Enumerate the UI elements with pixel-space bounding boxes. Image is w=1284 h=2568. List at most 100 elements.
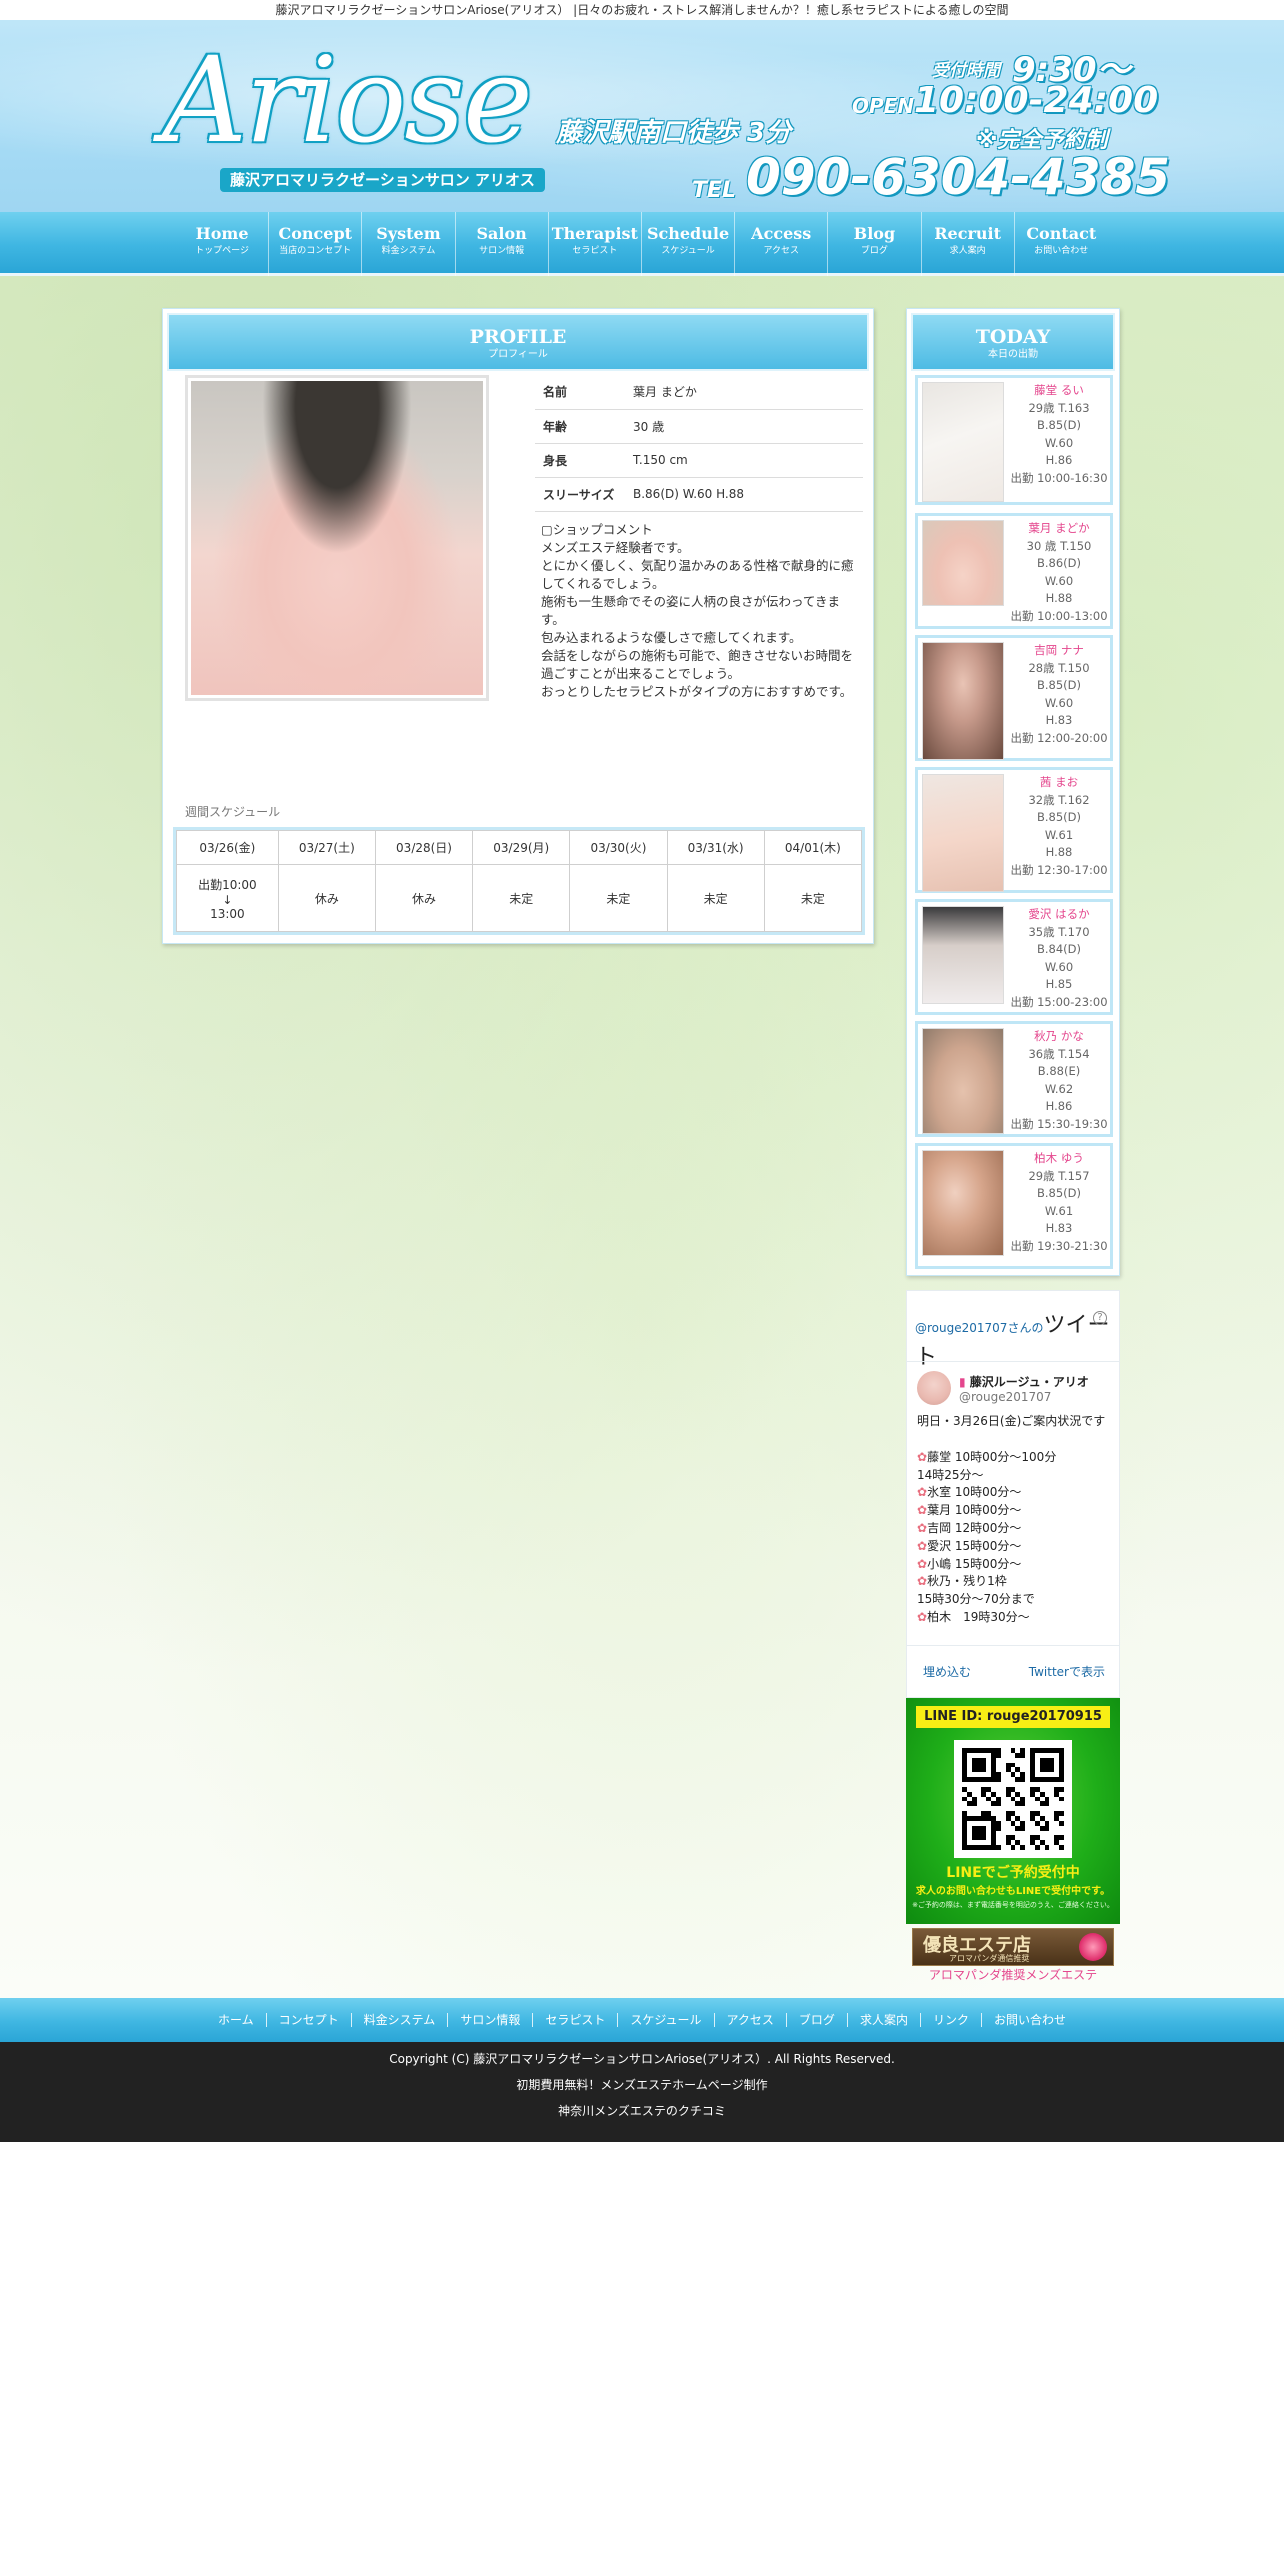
profile-photo-frame <box>185 375 489 701</box>
info-icon[interactable]: ? <box>1093 1311 1107 1325</box>
twitter-view-link[interactable]: Twitterで表示 <box>1029 1663 1105 1680</box>
site-footer: Copyright (C) 藤沢アロマリラクゼーションサロンAriose(アリオ… <box>0 2042 1284 2142</box>
footer-nav-item[interactable]: ブログ <box>787 2013 848 2027</box>
nav-item-home[interactable]: Home トップページ <box>176 212 270 276</box>
nav-item-label: System <box>376 224 441 243</box>
nav-item-salon[interactable]: Salon サロン情報 <box>456 212 549 276</box>
schedule-value: 休み <box>374 864 474 932</box>
copyright: Copyright (C) 藤沢アロマリラクゼーションサロンAriose(アリオ… <box>389 2052 895 2066</box>
therapist-name[interactable]: 柏木 ゆう <box>1010 1150 1108 1168</box>
flower-icon: ✿ <box>917 1609 928 1624</box>
therapist-name[interactable]: 茜 まお <box>1010 774 1108 792</box>
therapist-photo[interactable] <box>922 382 1004 502</box>
nav-item-access[interactable]: Access アクセス <box>735 212 829 276</box>
profile-header: PROFILE プロフィール <box>167 313 869 371</box>
footer-nav-item[interactable]: ホーム <box>206 2013 267 2027</box>
site-logo[interactable]: Ariose <box>162 40 533 160</box>
twitter-handle-link[interactable]: @rouge201707 <box>915 1321 1007 1335</box>
therapist-card[interactable]: 吉岡 ナナ 28歳 T.150 B.85(D) W.60 H.83 出勤 12:00-20… <box>915 635 1113 761</box>
footer-nav-item[interactable]: セラピスト <box>533 2013 619 2027</box>
nav-item-system[interactable]: System 料金システム <box>362 212 456 276</box>
main-nav: Home トップページ Concept 当店のコンセプト System 料金システム Sal… <box>0 212 1284 276</box>
footer-nav-item[interactable]: 求人案内 <box>848 2013 921 2027</box>
therapist-photo[interactable] <box>922 642 1004 760</box>
nav-item-sublabel: 求人案内 <box>949 246 986 256</box>
therapist-name[interactable]: 秋乃 かな <box>1010 1028 1108 1046</box>
profile-photo <box>191 381 483 695</box>
tel-number[interactable]: 090-6304-4385 <box>746 148 1170 206</box>
therapist-card[interactable]: 秋乃 かな 36歳 T.154 B.88(E) W.62 H.86 出勤 15:30-19… <box>915 1021 1113 1137</box>
therapist-info: 藤堂 るい 29歳 T.163 B.85(D) W.60 H.86 出勤 10:00-16… <box>1010 382 1108 487</box>
therapist-name[interactable]: 藤堂 るい <box>1010 382 1108 400</box>
therapist-card[interactable]: 愛沢 はるか 35歳 T.170 B.84(D) W.60 H.85 出勤 15:00-2… <box>915 899 1113 1015</box>
aroma-panda-link[interactable]: アロマパンダ推奨メンズエステ <box>906 1966 1120 1983</box>
therapist-age-height: 29歳 T.157 <box>1028 1168 1090 1183</box>
shop-comment-line: 施術も一生懸命でその姿に人柄の良さが伝わってきます。 <box>541 594 841 627</box>
therapist-photo[interactable] <box>922 1028 1004 1134</box>
nav-item-blog[interactable]: Blog ブログ <box>828 212 922 276</box>
therapist-card[interactable]: 藤堂 るい 29歳 T.163 B.85(D) W.60 H.86 出勤 10:00-16… <box>915 375 1113 505</box>
twitter-san: さんの <box>1007 1321 1044 1335</box>
nav-item-recruit[interactable]: Recruit 求人案内 <box>922 212 1015 276</box>
tweet-line-text: 愛沢 15時00分～ <box>927 1538 1022 1553</box>
therapist-w: W.60 <box>1044 959 1074 974</box>
nav-item-sublabel: 料金システム <box>381 246 436 256</box>
profile-info-value: 30 歳 <box>633 409 863 444</box>
therapist-b: B.88(E) <box>1037 1064 1081 1078</box>
therapist-photo[interactable] <box>922 906 1004 1004</box>
footer-nav-item[interactable]: お問い合わせ <box>982 2013 1078 2027</box>
therapist-b: B.85(D) <box>1036 1186 1081 1200</box>
footer-nav-item[interactable]: コンセプト <box>267 2013 352 2027</box>
qr-code-icon <box>954 1740 1072 1858</box>
profile-info-row: 年齢 30 歳 <box>535 409 863 444</box>
schedule-value-line: 13:00 <box>210 906 245 921</box>
tweet-line: ✿氷室 10時00分～ <box>917 1484 1113 1502</box>
nav-item-sublabel: アクセス <box>763 246 799 256</box>
footer-nav-item[interactable]: アクセス <box>715 2013 787 2027</box>
tweet-line-text: 葉月 10時00分～ <box>927 1503 1022 1518</box>
footer-nav-item[interactable]: 料金システム <box>352 2013 449 2027</box>
footer-nav-item[interactable]: スケジュール <box>618 2013 715 2027</box>
nav-item-sublabel: お問い合わせ <box>1034 246 1089 256</box>
twitter-embed-link[interactable]: 埋め込む <box>923 1663 971 1680</box>
twitter-account-name[interactable]: ▮ 藤沢ルージュ・アリオ <box>959 1373 1089 1390</box>
footer-link-reviews[interactable]: 神奈川メンズエステのクチコミ <box>0 2102 1284 2119</box>
therapist-card[interactable]: 茜 まお 32歳 T.162 B.85(D) W.61 H.88 出勤 12:30-17:… <box>915 767 1113 893</box>
shop-comment: ▢ショップコメント メンズエステ経験者です。 とにかく優しく、気配り温かみのある性… <box>541 521 863 701</box>
therapist-card[interactable]: 柏木 ゆう 29歳 T.157 B.85(D) W.61 H.83 出勤 19:30-21… <box>915 1143 1113 1269</box>
therapist-b: B.86(D) <box>1036 556 1081 570</box>
therapist-name[interactable]: 吉岡 ナナ <box>1010 642 1108 660</box>
nav-item-schedule[interactable]: Schedule スケジュール <box>642 212 736 276</box>
therapist-name[interactable]: 愛沢 はるか <box>1010 906 1108 924</box>
therapist-photo[interactable] <box>922 1150 1004 1256</box>
nav-item-sublabel: セラピスト <box>572 246 618 256</box>
tweet-line: ✿小嶋 15時00分～ <box>917 1556 1113 1574</box>
shop-comment-line: とにかく優しく、気配り温かみのある性格で献身的に癒してくれるでしょう。 <box>541 558 854 591</box>
therapist-photo[interactable] <box>922 520 1004 606</box>
nav-item-contact[interactable]: Contact お問い合わせ <box>1015 212 1108 276</box>
nav-item-concept[interactable]: Concept 当店のコンセプト <box>269 212 363 276</box>
therapist-age-height: 35歳 T.170 <box>1028 924 1090 939</box>
footer-nav-item[interactable]: サロン情報 <box>448 2013 534 2027</box>
therapist-time: 出勤 15:00-23:00 <box>1010 994 1108 1009</box>
shop-comment-line: 包み込まれるような優しさで癒してくれます。 <box>541 630 802 645</box>
profile-info-label: 身長 <box>535 443 633 478</box>
weekly-schedule-title: 週間スケジュール <box>185 805 281 819</box>
twitter-avatar[interactable] <box>917 1371 951 1405</box>
line-banner[interactable]: LINE ID: rouge20170915 LINEでご予約受付中 求人のお問… <box>906 1698 1120 1924</box>
therapist-time: 出勤 12:00-20:00 <box>1010 730 1108 745</box>
therapist-card[interactable]: 葉月 まどか 30 歳 T.150 B.86(D) W.60 H.88 出勤 10:00-… <box>915 513 1113 629</box>
therapist-info: 柏木 ゆう 29歳 T.157 B.85(D) W.61 H.83 出勤 19:30-21… <box>1010 1150 1108 1255</box>
nav-item-therapist[interactable]: Therapist セラピスト <box>549 212 642 276</box>
therapist-photo[interactable] <box>922 774 1004 892</box>
therapist-name[interactable]: 葉月 まどか <box>1010 520 1108 538</box>
footer-link-homepage[interactable]: 初期費用無料！メンズエステホームページ制作 <box>0 2076 1284 2093</box>
twitter-account-handle[interactable]: @rouge201707 <box>959 1390 1051 1404</box>
schedule-value: 未定 <box>569 864 668 932</box>
aroma-panda-banner[interactable]: 優良エステ店 アロマパンダ通信推奨 <box>912 1928 1114 1966</box>
therapist-time: 出勤 12:30-17:00 <box>1010 862 1108 877</box>
shop-comment-line: おっとりしたセラピストがタイプの方におすすめです。 <box>541 684 853 699</box>
nav-item-label: Home <box>195 224 249 243</box>
profile-info-table: 名前 葉月 まどか 年齢 30 歳身長 T.150 cm スリーサイズ B.86(D) W.… <box>535 375 863 512</box>
footer-nav-item[interactable]: リンク <box>921 2013 982 2027</box>
